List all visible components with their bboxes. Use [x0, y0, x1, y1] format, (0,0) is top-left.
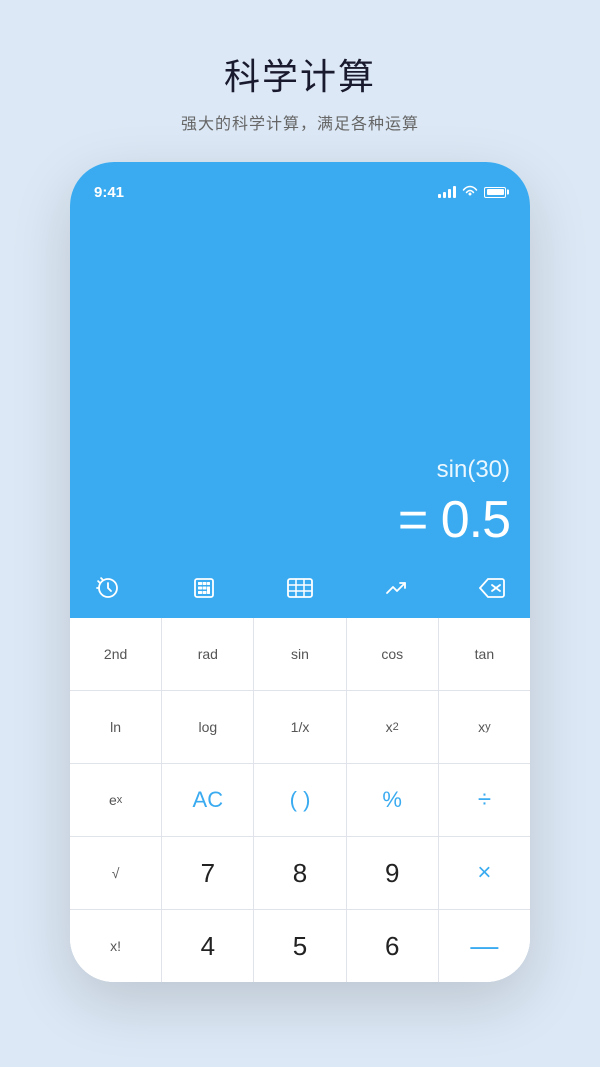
- key-8[interactable]: 8: [254, 837, 346, 909]
- key-row-3: ex AC ( ) % ÷: [70, 764, 530, 837]
- key-7[interactable]: 7: [162, 837, 254, 909]
- page-subtitle: 强大的科学计算，满足各种运算: [181, 110, 419, 134]
- status-time: 9:41: [94, 184, 124, 201]
- signal-bars-icon: [438, 186, 456, 198]
- calculator-button[interactable]: [186, 570, 222, 606]
- page-header: 科学计算 强大的科学计算，满足各种运算: [181, 0, 419, 134]
- status-bar: 9:41: [70, 162, 530, 210]
- key-log[interactable]: log: [162, 691, 254, 763]
- key-sqrt[interactable]: √: [70, 837, 162, 909]
- key-percent[interactable]: %: [347, 764, 439, 836]
- key-ex[interactable]: ex: [70, 764, 162, 836]
- display-area: sin(30) = 0.5: [70, 210, 530, 562]
- result-display: = 0.5: [90, 490, 510, 550]
- key-x2[interactable]: x2: [347, 691, 439, 763]
- key-2nd[interactable]: 2nd: [70, 618, 162, 690]
- key-row-2: ln log 1/x x2 xy: [70, 691, 530, 764]
- page-title: 科学计算: [181, 48, 419, 100]
- wifi-icon: [462, 184, 478, 200]
- key-xy[interactable]: xy: [439, 691, 530, 763]
- key-cos[interactable]: cos: [347, 618, 439, 690]
- table-button[interactable]: [282, 570, 318, 606]
- key-6[interactable]: 6: [347, 910, 439, 982]
- key-4[interactable]: 4: [162, 910, 254, 982]
- key-tan[interactable]: tan: [439, 618, 530, 690]
- status-icons: [438, 184, 506, 200]
- trend-button[interactable]: [378, 570, 414, 606]
- key-row-5: x! 4 5 6 —: [70, 910, 530, 982]
- key-sin[interactable]: sin: [254, 618, 346, 690]
- expression-display: sin(30): [90, 456, 510, 484]
- key-subtract[interactable]: —: [439, 910, 530, 982]
- key-row-1: 2nd rad sin cos tan: [70, 618, 530, 691]
- key-multiply[interactable]: ×: [439, 837, 530, 909]
- battery-icon: [484, 187, 506, 198]
- toolbar: [70, 562, 530, 618]
- key-row-4: √ 7 8 9 ×: [70, 837, 530, 910]
- key-1x[interactable]: 1/x: [254, 691, 346, 763]
- key-9[interactable]: 9: [347, 837, 439, 909]
- key-ac[interactable]: AC: [162, 764, 254, 836]
- history-button[interactable]: [90, 570, 126, 606]
- key-divide[interactable]: ÷: [439, 764, 530, 836]
- delete-button[interactable]: [474, 570, 510, 606]
- phone-frame: 9:41 sin(30) = 0.5: [70, 162, 530, 982]
- key-factorial[interactable]: x!: [70, 910, 162, 982]
- key-ln[interactable]: ln: [70, 691, 162, 763]
- key-rad[interactable]: rad: [162, 618, 254, 690]
- keypad: 2nd rad sin cos tan ln log 1/x x2 xy ex …: [70, 618, 530, 982]
- key-parens[interactable]: ( ): [254, 764, 346, 836]
- key-5[interactable]: 5: [254, 910, 346, 982]
